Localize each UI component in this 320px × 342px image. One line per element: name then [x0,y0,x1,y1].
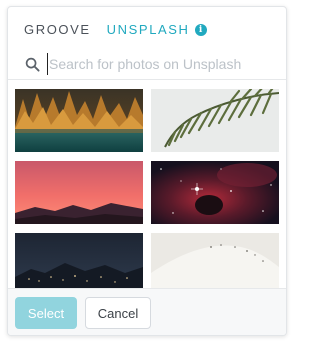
tab-groove[interactable]: GROOVE [24,22,91,37]
tab-unsplash-label: UNSPLASH [106,22,190,37]
select-button[interactable]: Select [15,297,77,329]
photo-thumb-snowy-hill[interactable] [151,233,279,288]
search-icon [25,57,40,72]
photo-thumb-palm-leaf[interactable] [151,89,279,152]
footer-actions: Select Cancel [8,288,286,335]
search-input[interactable] [47,53,279,75]
photo-thumb-red-sunset-mountains[interactable] [15,161,143,224]
source-tabs: GROOVE UNSPLASH i [24,22,207,37]
photo-grid [8,80,286,288]
search-bar [8,50,286,80]
photo-thumb-autumn-forest-lake[interactable] [15,89,143,152]
photo-thumb-space-nebula[interactable] [151,161,279,224]
image-picker-panel: GROOVE UNSPLASH i Search for photos on U… [7,6,287,336]
info-icon[interactable]: i [194,23,207,36]
cancel-button[interactable]: Cancel [85,297,151,329]
photo-thumb-night-city-lights[interactable] [15,233,143,288]
tab-unsplash[interactable]: UNSPLASH i [107,22,207,37]
